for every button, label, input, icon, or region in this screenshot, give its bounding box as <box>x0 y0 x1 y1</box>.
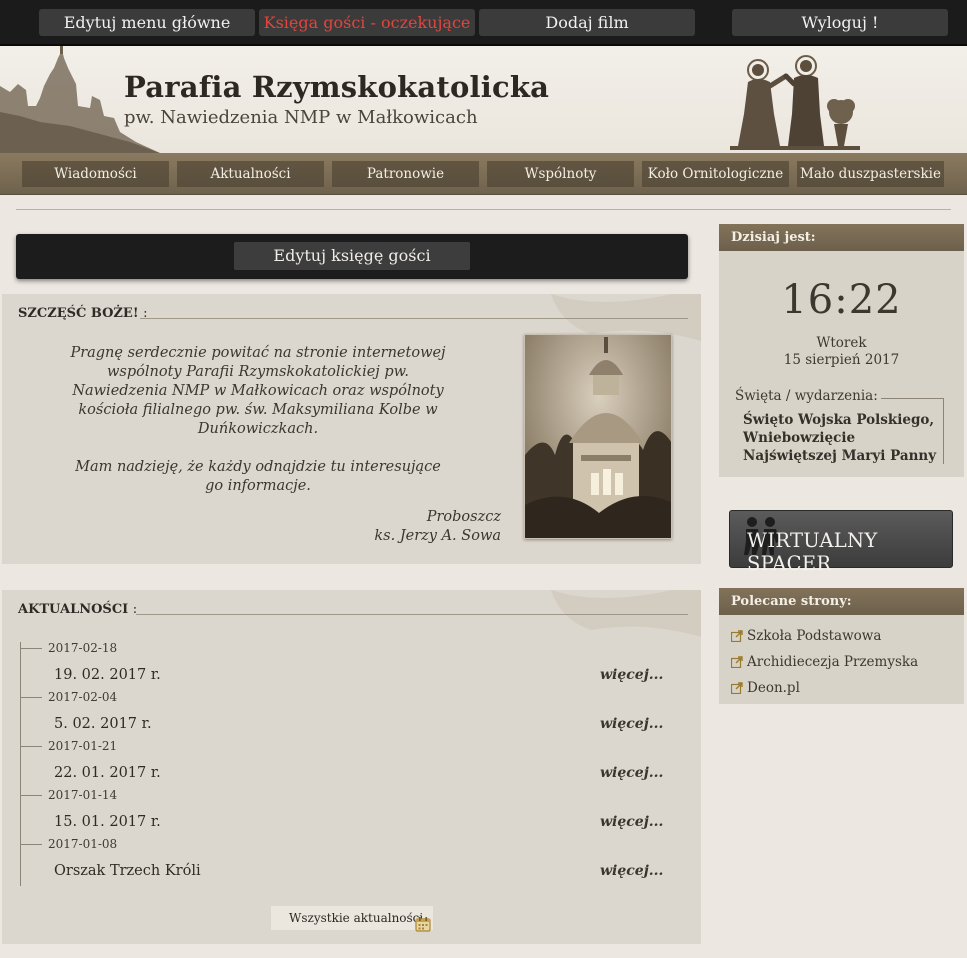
nav-item-kolo-ornitologiczne[interactable]: Koło Ornitologiczne <box>642 161 789 187</box>
timeline-tick <box>20 746 42 747</box>
link-szkola-podstawowa[interactable]: Szkoła Podstawowa <box>731 628 881 644</box>
timeline-tick <box>20 697 42 698</box>
nav-item-aktualnosci[interactable]: Aktualności <box>177 161 324 187</box>
admin-bar: Edytuj menu główne Księga gości - oczeku… <box>0 0 967 46</box>
news-date: 2017-02-18 <box>48 641 118 655</box>
edit-guestbook-button[interactable]: Edytuj księgę gości <box>234 242 470 270</box>
news-title[interactable]: Orszak Trzech Króli <box>54 863 201 879</box>
news-heading: AKTUALNOŚCI : <box>18 602 146 617</box>
today-box: 16:22 Wtorek 15 sierpień 2017 Święta / w… <box>719 251 964 477</box>
welcome-message: Pragnę serdecznie powitać na stronie int… <box>64 344 452 515</box>
timeline-tick <box>20 648 42 649</box>
nav-item-patronowie[interactable]: Patronowie <box>332 161 479 187</box>
holidays-label: Święta / wydarzenia: <box>735 388 878 404</box>
external-link-icon <box>731 630 743 642</box>
external-link-icon <box>731 682 743 694</box>
divider <box>16 209 951 210</box>
news-title[interactable]: 15. 01. 2017 r. <box>54 814 161 830</box>
edit-main-menu-button[interactable]: Edytuj menu główne <box>39 9 255 36</box>
weekday: Wtorek <box>816 335 867 351</box>
heading-rule <box>140 318 688 319</box>
all-news-button[interactable]: Wszystkie aktualności <box>271 906 433 932</box>
signature-name: ks. Jerzy A. Sowa <box>374 528 501 544</box>
news-title[interactable]: 22. 01. 2017 r. <box>54 765 161 781</box>
nav-item-malo-duszpasterskie[interactable]: Mało duszpasterskie <box>797 161 944 187</box>
virtual-tour-label: WIRTUALNY SPACER <box>747 529 878 575</box>
logout-button[interactable]: Wyloguj ! <box>732 9 948 36</box>
recommended-heading: Polecane strony: <box>719 588 964 615</box>
all-news-label: Wszystkie aktualności <box>289 911 424 925</box>
welcome-heading: SZCZĘŚĆ BOŻE! : <box>18 306 156 321</box>
pending-guestbook-button[interactable]: Księga gości - oczekujące <box>259 9 475 36</box>
site-header: Parafia Rzymskokatolicka pw. Nawiedzenia… <box>0 46 967 153</box>
holidays-rule <box>881 398 943 399</box>
news-more-link[interactable]: więcej... <box>600 716 663 732</box>
news-date: 2017-01-21 <box>48 739 118 753</box>
church-photo <box>524 334 672 539</box>
holidays-rule-vertical <box>943 398 944 464</box>
news-more-link[interactable]: więcej... <box>600 814 663 830</box>
site-subtitle: pw. Nawiedzenia NMP w Małkowicach <box>124 107 478 128</box>
main-navigation: Wiadomości Aktualności Patronowie Wspóln… <box>0 153 967 195</box>
holidays-text: Święto Wojska Polskiego, Wniebowzięcie N… <box>743 412 937 464</box>
welcome-paragraph-2: Mam nadzieję, że każdy odnajdzie tu inte… <box>75 459 441 494</box>
calendar-icon <box>415 917 431 932</box>
nav-item-wspolnoty[interactable]: Wspólnoty <box>487 161 634 187</box>
nav-item-wiadomosci[interactable]: Wiadomości <box>22 161 169 187</box>
link-archidiecezja-przemyska[interactable]: Archidiecezja Przemyska <box>731 654 918 670</box>
visitation-figures-graphic <box>730 55 860 150</box>
news-date: 2017-01-14 <box>48 788 118 802</box>
news-date: 2017-01-08 <box>48 837 118 851</box>
timeline-tick <box>20 844 42 845</box>
signature-role: Proboszcz <box>426 509 501 525</box>
news-date: 2017-02-04 <box>48 690 118 704</box>
current-date: 15 sierpień 2017 <box>783 352 900 368</box>
welcome-paragraph-1: Pragnę serdecznie powitać na stronie int… <box>70 345 446 437</box>
virtual-tour-button[interactable]: WIRTUALNY SPACER <box>729 510 953 575</box>
add-film-button[interactable]: Dodaj film <box>479 9 695 36</box>
news-title[interactable]: 5. 02. 2017 r. <box>54 716 152 732</box>
news-title[interactable]: 19. 02. 2017 r. <box>54 667 161 683</box>
clock-time: 16:22 <box>781 277 902 323</box>
news-more-link[interactable]: więcej... <box>600 765 663 781</box>
news-more-link[interactable]: więcej... <box>600 863 663 879</box>
recommended-box: Szkoła Podstawowa Archidiecezja Przemysk… <box>719 615 964 704</box>
site-title: Parafia Rzymskokatolicka <box>124 70 550 104</box>
timeline-line <box>20 642 21 886</box>
welcome-panel: SZCZĘŚĆ BOŻE! : Pragnę serdecznie powita… <box>2 294 701 564</box>
today-heading: Dzisiaj jest: <box>719 224 964 251</box>
panel-wash-decoration <box>551 590 701 637</box>
heading-rule <box>136 614 688 615</box>
news-panel: AKTUALNOŚCI : 2017-02-18 19. 02. 2017 r.… <box>2 590 701 944</box>
news-more-link[interactable]: więcej... <box>600 667 663 683</box>
link-deon[interactable]: Deon.pl <box>731 680 800 696</box>
timeline-tick <box>20 795 42 796</box>
external-link-icon <box>731 656 743 668</box>
